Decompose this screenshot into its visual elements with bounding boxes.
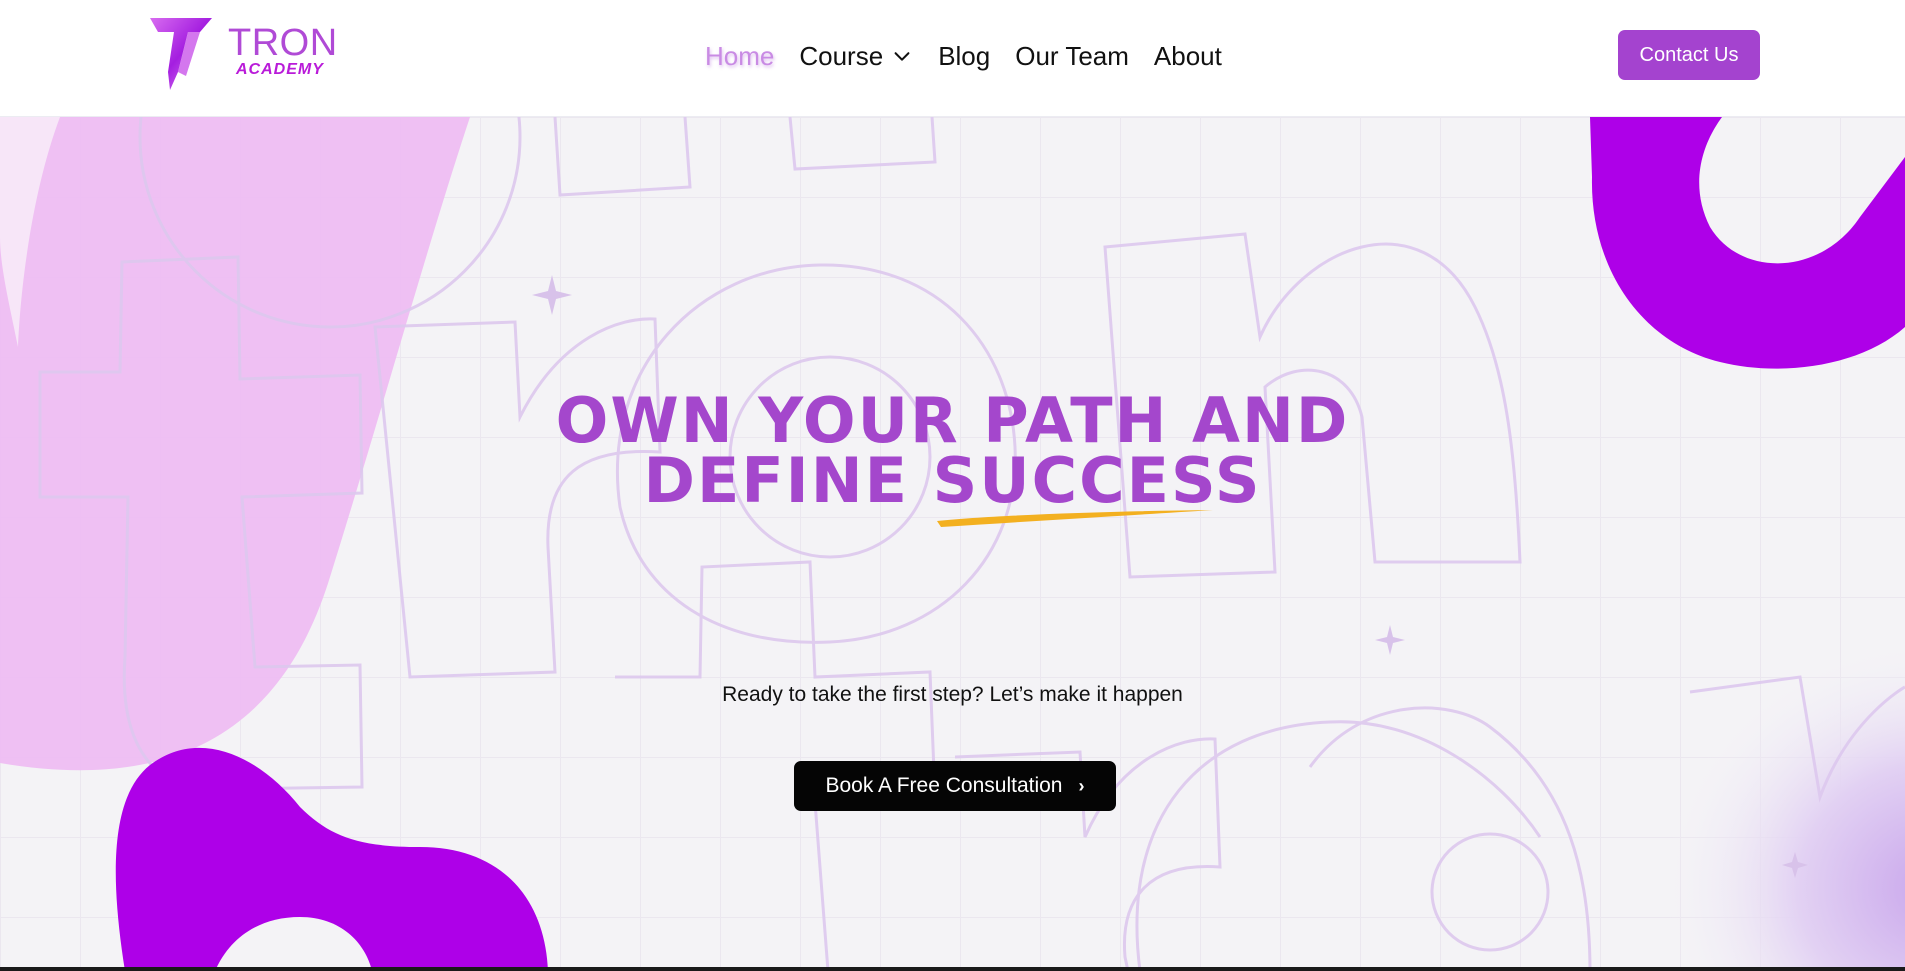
- hero-title-highlight: SUCCESS: [933, 450, 1262, 527]
- hero-title-prefix: DEFINE: [643, 444, 933, 517]
- hero-title: OWN YOUR PATH AND DEFINE SUCCESS: [450, 384, 1455, 527]
- hero-title-line-2: DEFINE SUCCESS: [450, 450, 1455, 527]
- nav-item-about[interactable]: About: [1154, 41, 1222, 72]
- book-consultation-button[interactable]: Book A Free Consultation ›: [794, 761, 1116, 811]
- hero-section: OWN YOUR PATH AND DEFINE SUCCESS Ready t…: [0, 117, 1905, 971]
- site-header: TRON ACADEMY Home Course Blog Our Team A…: [0, 0, 1905, 117]
- hero-title-line-1: OWN YOUR PATH AND: [555, 384, 1350, 457]
- logo-wordmark: TRON ACADEMY: [228, 22, 338, 78]
- logo-name: TRON: [228, 22, 338, 64]
- nav-item-course-label: Course: [799, 40, 884, 71]
- nav-item-our-team[interactable]: Our Team: [1015, 41, 1129, 72]
- chevron-down-icon: [894, 52, 910, 61]
- hero-subtitle: Ready to take the first step? Let’s make…: [722, 683, 1183, 706]
- hero-background-art: [0, 117, 1905, 971]
- chevron-right-icon: ›: [1078, 776, 1085, 796]
- logo-tagline: ACADEMY: [236, 61, 324, 78]
- contact-us-button[interactable]: Contact Us: [1618, 30, 1760, 80]
- main-nav: Home Course Blog Our Team About: [705, 36, 1247, 76]
- tron-logo-icon: [150, 18, 212, 90]
- nav-item-blog[interactable]: Blog: [938, 41, 990, 72]
- bottom-divider: [0, 967, 1905, 971]
- nav-item-course[interactable]: Course: [799, 41, 913, 72]
- hero-title-highlight-text: SUCCESS: [932, 444, 1262, 517]
- underline-brush-icon: [936, 510, 1213, 527]
- brand-logo[interactable]: TRON ACADEMY: [148, 16, 348, 92]
- cta-label: Book A Free Consultation: [825, 774, 1063, 797]
- nav-item-home[interactable]: Home: [705, 41, 774, 72]
